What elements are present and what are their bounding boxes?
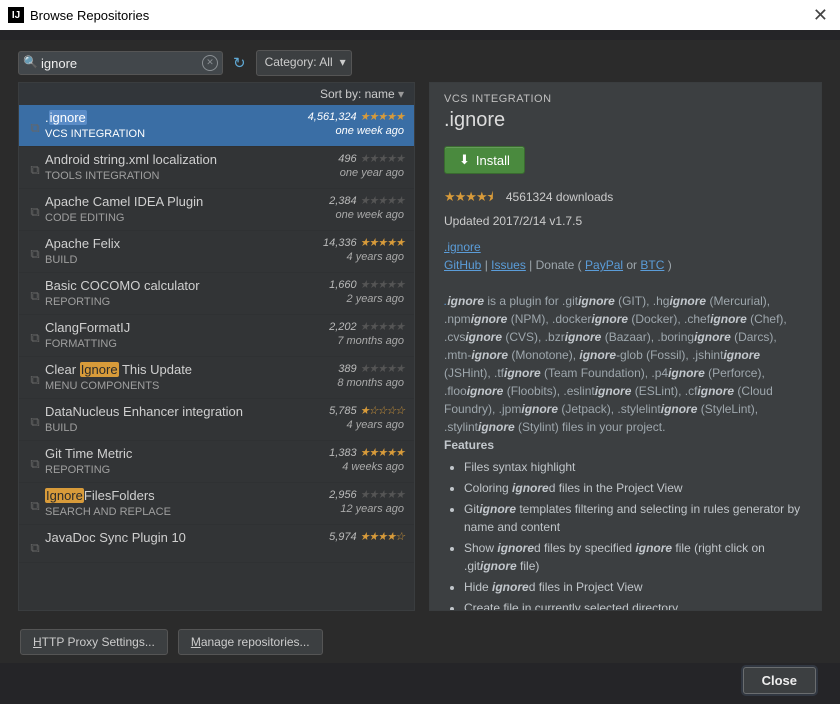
list-item[interactable]: ⧉ .ignoreVCS INTEGRATION 4,561,324 ★★★★★…: [19, 105, 414, 147]
detail-title: .ignore: [444, 109, 807, 132]
list-item[interactable]: ⧉ JavaDoc Sync Plugin 10 5,974 ★★★★☆: [19, 525, 414, 563]
list-item[interactable]: ⧉ IgnoreFilesFoldersSEARCH AND REPLACE 2…: [19, 483, 414, 525]
feature-item: Files syntax highlight: [464, 458, 807, 476]
drag-icon: ⧉: [25, 236, 45, 266]
list-item[interactable]: ⧉ Apache FelixBUILD 14,336 ★★★★★4 years …: [19, 231, 414, 273]
sort-dropdown[interactable]: Sort by: name: [19, 83, 414, 105]
list-item[interactable]: ⧉ Android string.xml localizationTOOLS I…: [19, 147, 414, 189]
drag-icon: ⧉: [25, 488, 45, 518]
paypal-link[interactable]: PayPal: [585, 258, 623, 272]
close-button[interactable]: Close: [743, 667, 816, 694]
proxy-button[interactable]: HTTP Proxy Settings...: [20, 629, 168, 655]
features-heading: Features: [444, 438, 494, 452]
updated-label: Updated 2017/2/14 v1.7.5: [444, 214, 807, 228]
toolbar: 🔍 ✕ ↻ Category: All: [0, 40, 840, 82]
download-count: 4561324 downloads: [506, 190, 613, 204]
feature-item: Create file in currently selected direct…: [464, 599, 807, 611]
github-link[interactable]: GitHub: [444, 258, 481, 272]
titlebar: IJ Browse Repositories ✕: [0, 0, 840, 30]
search-input[interactable]: [18, 51, 223, 75]
drag-icon: ⧉: [25, 194, 45, 224]
plugin-link[interactable]: .ignore: [444, 240, 481, 254]
list-item[interactable]: ⧉ Apache Camel IDEA PluginCODE EDITING 2…: [19, 189, 414, 231]
drag-icon: ⧉: [25, 152, 45, 182]
window-title: Browse Repositories: [30, 8, 149, 23]
detail-category: VCS INTEGRATION: [444, 93, 807, 105]
drag-icon: ⧉: [25, 362, 45, 392]
list-item[interactable]: ⧉ ClangFormatIJFORMATTING 2,202 ★★★★★7 m…: [19, 315, 414, 357]
feature-item: Show ignored files by specified ignore f…: [464, 539, 807, 575]
rating-stars: ★★★★⯨: [444, 189, 493, 204]
refresh-icon[interactable]: ↻: [233, 54, 246, 72]
drag-icon: ⧉: [25, 530, 45, 556]
clear-icon[interactable]: ✕: [202, 55, 218, 71]
search-icon: 🔍: [23, 55, 38, 69]
manage-button[interactable]: Manage repositories...: [178, 629, 323, 655]
list-item[interactable]: ⧉ Basic COCOMO calculatorREPORTING 1,660…: [19, 273, 414, 315]
detail-panel: VCS INTEGRATION .ignore ⬇ Install ★★★★⯨ …: [429, 82, 822, 611]
description-text: .ignore is a plugin for .gitignore (GIT)…: [444, 292, 807, 436]
features-list: Files syntax highlight Coloring ignored f…: [444, 458, 807, 611]
category-dropdown[interactable]: Category: All: [256, 50, 352, 76]
drag-icon: ⧉: [25, 110, 45, 140]
close-icon[interactable]: ✕: [809, 5, 832, 26]
drag-icon: ⧉: [25, 446, 45, 476]
list-item[interactable]: ⧉ Git Time MetricREPORTING 1,383 ★★★★★4 …: [19, 441, 414, 483]
btc-link[interactable]: BTC: [640, 258, 664, 272]
install-button[interactable]: ⬇ Install: [444, 146, 525, 174]
drag-icon: ⧉: [25, 278, 45, 308]
feature-item: Coloring ignored files in the Project Vi…: [464, 479, 807, 497]
app-icon: IJ: [8, 7, 24, 23]
issues-link[interactable]: Issues: [491, 258, 526, 272]
plugin-list: ⧉ .ignoreVCS INTEGRATION 4,561,324 ★★★★★…: [19, 105, 414, 610]
download-icon: ⬇: [459, 152, 470, 168]
list-item[interactable]: ⧉ DataNucleus Enhancer integrationBUILD …: [19, 399, 414, 441]
drag-icon: ⧉: [25, 404, 45, 434]
feature-item: Hide ignored files in Project View: [464, 578, 807, 596]
list-item[interactable]: ⧉ Clear Ignore This UpdateMENU COMPONENT…: [19, 357, 414, 399]
feature-item: Gitignore templates filtering and select…: [464, 500, 807, 536]
drag-icon: ⧉: [25, 320, 45, 350]
